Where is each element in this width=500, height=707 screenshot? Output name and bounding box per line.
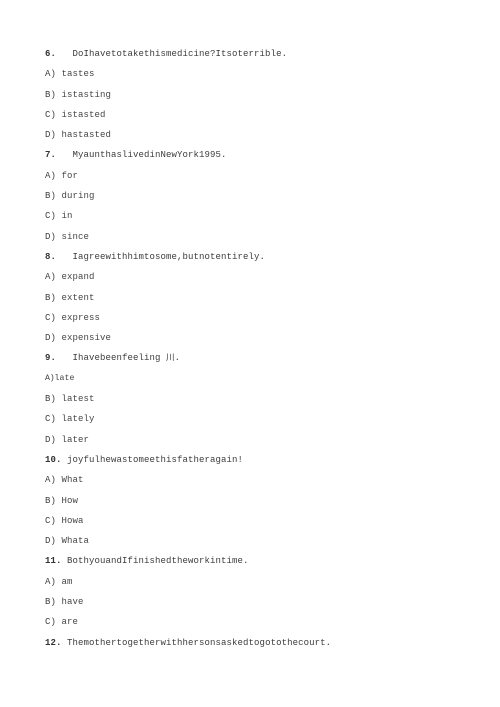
option-label[interactable]: A): [45, 475, 56, 485]
option-label[interactable]: D): [45, 130, 56, 140]
option-text[interactable]: hastasted: [62, 130, 112, 140]
question-number: 7.: [45, 150, 57, 161]
answer-option: C) Howa: [45, 511, 475, 531]
answer-option: B) latest: [45, 389, 475, 409]
option-text[interactable]: for: [62, 171, 79, 181]
question-number: 10.: [45, 454, 62, 465]
question-gap: [56, 252, 73, 262]
exam-page: 6. DoIhavetotakethismedicine?Itsoterribl…: [0, 0, 500, 707]
question-text: Iagreewithhimtosome,butnotentirely.: [72, 251, 266, 262]
question-number: 11.: [45, 556, 62, 567]
question-line: 11. BothyouandIfinishedtheworkintime.: [45, 551, 475, 571]
option-label[interactable]: D): [45, 536, 56, 546]
answer-option: D) expensive: [45, 328, 475, 348]
answer-option: C) are: [45, 612, 475, 632]
answer-option: C) lately: [45, 409, 475, 429]
question-line: 6. DoIhavetotakethismedicine?Itsoterribl…: [45, 44, 475, 64]
option-text[interactable]: since: [62, 232, 90, 242]
option-text[interactable]: tastes: [62, 69, 95, 79]
answer-option: C) in: [45, 206, 475, 226]
answer-option: A) am: [45, 572, 475, 592]
option-text[interactable]: during: [62, 191, 95, 201]
question-text: BothyouandIfinishedtheworkintime.: [67, 556, 249, 567]
answer-option: C) express: [45, 308, 475, 328]
option-label[interactable]: C): [45, 516, 56, 526]
answer-option: D) hastasted: [45, 125, 475, 145]
question-line: 10. joyfulhewastomeethisfatheragain!: [45, 450, 475, 470]
option-label[interactable]: A): [45, 577, 56, 587]
option-text[interactable]: expand: [62, 272, 95, 282]
option-label[interactable]: D): [45, 435, 56, 445]
option-text[interactable]: How: [62, 496, 79, 506]
question-text: joyfulhewastomeethisfatheragain!: [67, 454, 244, 465]
option-text[interactable]: extent: [62, 293, 95, 303]
option-label[interactable]: A): [45, 272, 56, 282]
answer-option: A)late: [45, 369, 475, 389]
option-text[interactable]: express: [62, 313, 101, 323]
option-text[interactable]: latest: [62, 394, 95, 404]
answer-option: A) expand: [45, 267, 475, 287]
option-label[interactable]: C): [45, 110, 56, 120]
question-line: 8. Iagreewithhimtosome,butnotentirely.: [45, 247, 475, 267]
question-gap: [56, 150, 73, 160]
option-text[interactable]: Howa: [62, 516, 84, 526]
question-text: DoIhavetotakethismedicine?Itsoterrible.: [72, 49, 288, 59]
answer-option: A) tastes: [45, 64, 475, 84]
question-line: 7. MyaunthaslivedinNewYork1995.: [45, 145, 475, 165]
answer-option: D) Whata: [45, 531, 475, 551]
option-text[interactable]: later: [62, 435, 90, 445]
answer-option: C) istasted: [45, 105, 475, 125]
option-label[interactable]: C): [45, 617, 56, 627]
option-text[interactable]: late: [54, 374, 74, 383]
option-text[interactable]: in: [62, 211, 73, 221]
question-text: MyaunthaslivedinNewYork1995.: [72, 150, 227, 161]
answer-option: B) istasting: [45, 85, 475, 105]
question-number: 9.: [45, 353, 57, 364]
option-text[interactable]: have: [62, 597, 84, 607]
question-number: 8.: [45, 251, 57, 262]
question-text: Ihavebeenfeeling 川.: [72, 353, 181, 364]
cjk-glyph: 川: [166, 353, 175, 364]
question-text: Themothertogetherwithhersonsaskedtogotot…: [67, 637, 332, 648]
question-number: 6.: [45, 49, 57, 59]
question-number: 12.: [45, 637, 62, 648]
option-text[interactable]: Whata: [62, 536, 90, 546]
question-line: 9. Ihavebeenfeeling 川.: [45, 348, 475, 368]
answer-option: B) How: [45, 491, 475, 511]
option-label[interactable]: C): [45, 414, 56, 424]
answer-option: D) since: [45, 227, 475, 247]
option-label[interactable]: C): [45, 211, 56, 221]
option-label[interactable]: B): [45, 90, 56, 100]
answer-option: B) during: [45, 186, 475, 206]
option-label[interactable]: A): [45, 69, 56, 79]
question-gap: [56, 49, 73, 59]
option-text[interactable]: am: [62, 577, 73, 587]
answer-option: D) later: [45, 430, 475, 450]
answer-option: B) extent: [45, 288, 475, 308]
option-text[interactable]: istasting: [62, 90, 112, 100]
question-list: 6. DoIhavetotakethismedicine?Itsoterribl…: [45, 44, 475, 653]
option-label[interactable]: A): [45, 171, 56, 181]
answer-option: B) have: [45, 592, 475, 612]
option-text[interactable]: istasted: [62, 110, 106, 120]
option-text[interactable]: lately: [62, 414, 95, 424]
question-line: 12. Themothertogetherwithhersonsaskedtog…: [45, 633, 475, 653]
option-text[interactable]: expensive: [62, 333, 112, 343]
option-text[interactable]: What: [62, 475, 84, 485]
option-label[interactable]: B): [45, 496, 56, 506]
option-label[interactable]: D): [45, 232, 56, 242]
option-text[interactable]: are: [62, 617, 79, 627]
option-label[interactable]: B): [45, 293, 56, 303]
option-label[interactable]: D): [45, 333, 56, 343]
answer-option: A) for: [45, 166, 475, 186]
option-label[interactable]: B): [45, 394, 56, 404]
option-label[interactable]: B): [45, 191, 56, 201]
question-gap: [56, 353, 73, 363]
answer-option: A) What: [45, 470, 475, 490]
option-label[interactable]: C): [45, 313, 56, 323]
option-label[interactable]: B): [45, 597, 56, 607]
